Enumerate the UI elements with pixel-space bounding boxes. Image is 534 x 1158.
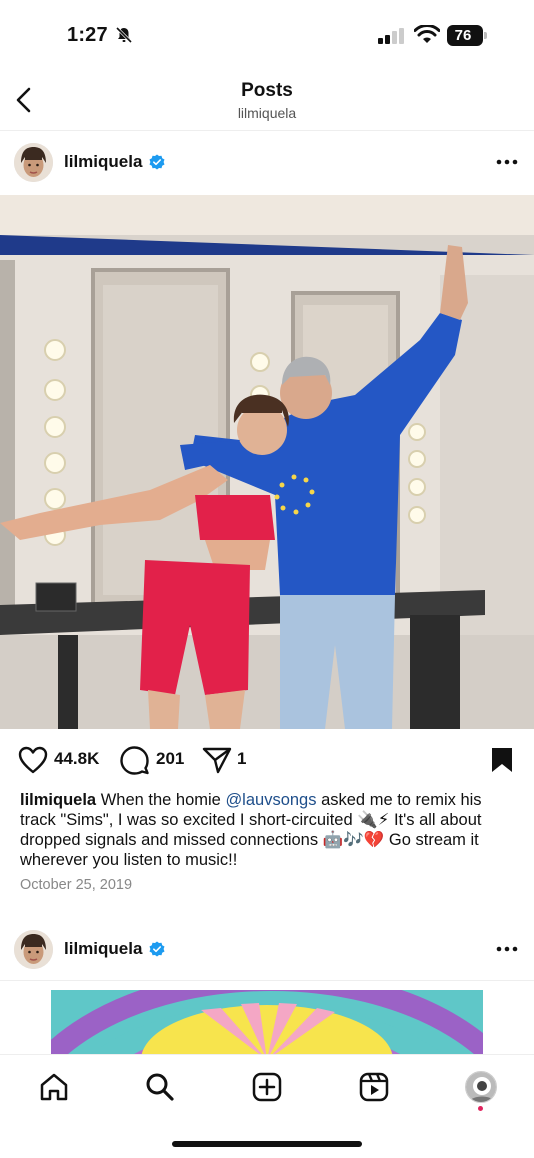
post-header: lilmiquela: [0, 131, 534, 191]
caption-text-before: When the homie: [96, 791, 226, 809]
bell-muted-icon: [115, 26, 133, 44]
caption-mention-link[interactable]: @lauvsongs: [225, 791, 316, 809]
reels-icon[interactable]: [358, 1071, 390, 1103]
next-post-username[interactable]: lilmiquela: [64, 939, 142, 959]
share-send-icon[interactable]: [202, 746, 232, 774]
next-post-divider: [0, 980, 534, 981]
likes-count[interactable]: 44.8K: [54, 749, 99, 769]
avatar[interactable]: [14, 143, 53, 182]
next-post-photo[interactable]: [51, 990, 483, 1054]
create-post-icon[interactable]: [251, 1071, 283, 1103]
next-post-avatar[interactable]: [14, 930, 53, 969]
verified-badge-icon: [149, 154, 165, 170]
post-caption: lilmiquela When the homie @lauvsongs ask…: [20, 790, 514, 870]
bookmark-saved-icon[interactable]: [490, 746, 514, 774]
next-more-options-icon[interactable]: [496, 946, 518, 952]
battery-percent: 76: [454, 27, 472, 44]
next-post-header: lilmiquela: [0, 918, 534, 978]
status-bar: 1:27 76: [0, 0, 534, 70]
wifi-icon: [414, 25, 440, 43]
post-username[interactable]: lilmiquela: [64, 152, 142, 172]
more-options-icon[interactable]: [496, 159, 518, 165]
caption-username[interactable]: lilmiquela: [20, 791, 96, 809]
next-verified-badge-icon: [149, 941, 165, 957]
post-date: October 25, 2019: [20, 877, 133, 893]
like-heart-icon[interactable]: [18, 746, 48, 774]
status-time: 1:27: [67, 24, 108, 46]
post-actions: 44.8K 201 1: [0, 740, 534, 780]
search-icon[interactable]: [144, 1071, 176, 1103]
comments-count[interactable]: 201: [156, 749, 184, 769]
notification-dot: [478, 1106, 483, 1111]
battery-indicator: 76: [447, 25, 487, 46]
page-subtitle: lilmiquela: [237, 105, 297, 121]
cellular-signal-icon: [378, 28, 404, 44]
shares-count[interactable]: 1: [237, 749, 246, 769]
page-header: Posts lilmiquela: [0, 70, 534, 130]
page-title: Posts: [241, 80, 293, 101]
home-indicator[interactable]: [172, 1141, 362, 1147]
comment-bubble-icon[interactable]: [120, 746, 149, 775]
post-photo[interactable]: [0, 195, 534, 729]
profile-avatar[interactable]: [465, 1071, 497, 1103]
home-icon[interactable]: [38, 1071, 70, 1103]
